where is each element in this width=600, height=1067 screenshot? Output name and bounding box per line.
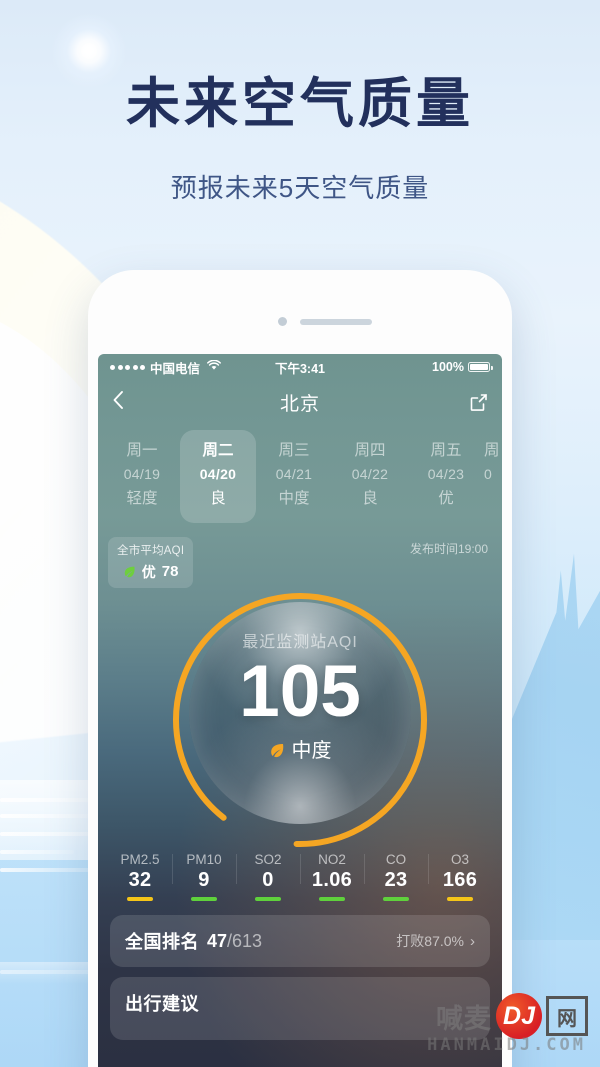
pollutant-bar [191,896,217,902]
share-button[interactable] [462,393,488,412]
city-average-aqi-title: 全市平均AQI [117,544,185,557]
pollutant-name: SO2 [254,851,282,867]
earpiece-speaker-icon [300,319,372,325]
gauge-level: 中度 [291,740,332,763]
nav-bar: 北京 [98,380,502,424]
gauge-label: 最近监测站AQI [242,633,358,651]
aqi-gauge: 最近监测站AQI 105 中度 [98,566,502,848]
status-time: 下午3:41 [274,361,326,376]
day-tab-3[interactable]: 周四 04/22 良 [332,430,408,523]
pollutant-item: NO2 1.06 [300,852,364,902]
leaf-icon [269,741,285,757]
pollutant-row: PM2.5 32 PM10 9 SO2 0 NO2 1.06 CO 23 O3 … [98,848,502,902]
pollutant-bar [383,896,409,902]
day-level: 良 [210,489,226,507]
summary-row: 全市平均AQI 优 78 发布时间19:00 [98,523,502,588]
phone-screen: 中国电信 下午3:41 100% 北京 周一 04/19 轻度 周二 04/20… [98,354,502,1067]
day-level: 中度 [278,489,310,507]
day-tab-0[interactable]: 周一 04/19 轻度 [104,430,180,523]
city-average-aqi-card: 全市平均AQI 优 78 [108,536,194,588]
page-title: 北京 [279,393,320,415]
battery-icon [468,362,493,372]
day-tab-4[interactable]: 周五 04/23 优 [408,430,484,523]
wifi-icon [207,359,221,374]
pollutant-name: CO [385,851,407,867]
day-date: 04/22 [351,466,389,483]
national-rank-label: 全国排名 [125,932,199,953]
watermark-net-text: 网 [546,996,588,1036]
pollutant-item: CO 23 [364,852,428,902]
day-weekday: 周 [484,442,500,459]
watermark-url: HANMAIDJ.COM [427,1035,586,1055]
pollutant-bar [127,896,153,902]
day-weekday: 周五 [430,442,462,459]
pollutant-name: O3 [450,851,469,867]
page-headline: 未来空气质量 [126,74,474,134]
day-date: 04/23 [427,466,465,483]
front-camera-icon [278,317,287,326]
day-tab-1[interactable]: 周二 04/20 良 [180,430,256,523]
carrier-label: 中国电信 [150,361,201,376]
pollutant-name: NO2 [318,851,346,867]
pollutant-bar [319,896,345,902]
pollutant-item: PM2.5 32 [108,852,172,902]
pollutant-value: 166 [442,868,478,891]
pollutant-bar [447,896,473,902]
signal-dots-icon [110,364,145,370]
pollutant-value: 0 [262,868,274,891]
day-date: 0 [484,466,493,483]
dj-logo-icon: DJ [496,993,542,1039]
pollutant-value: 9 [198,868,210,891]
page-subheadline: 预报未来5天空气质量 [170,173,430,203]
day-date: 04/19 [123,466,161,483]
day-level: 良 [362,489,378,507]
national-rank-card[interactable]: 全国排名 47 /613 打败87.0% › [110,915,490,968]
day-weekday: 周三 [278,442,310,459]
pollutant-item: SO2 0 [236,852,300,902]
chevron-right-icon: › [470,932,475,950]
city-average-value: 78 [161,563,179,581]
battery-percent-label: 100% [432,360,464,374]
status-bar: 中国电信 下午3:41 100% [98,354,502,380]
publish-time-label: 发布时间19:00 [409,541,488,556]
leaf-icon [123,565,136,578]
watermark: 喊麦 DJ 网 [436,993,588,1039]
day-weekday: 周四 [354,442,386,459]
pollutant-item: O3 166 [428,852,492,902]
back-button[interactable] [112,390,138,414]
pollutant-name: PM10 [186,851,222,867]
pollutant-value: 32 [128,868,152,891]
pollutant-item: PM10 9 [172,852,236,902]
day-level: 优 [438,489,454,507]
day-tab-5[interactable]: 周 0 [484,430,502,523]
day-selector: 周一 04/19 轻度 周二 04/20 良 周三 04/21 中度 周四 04… [98,424,502,523]
gauge-value: 105 [239,650,361,732]
day-date: 04/20 [199,466,237,483]
pollutant-value: 23 [384,868,408,891]
travel-advice-card[interactable]: 出行建议 [110,977,490,1041]
phone-mockup: 中国电信 下午3:41 100% 北京 周一 04/19 轻度 周二 04/20… [88,270,512,1067]
day-weekday: 周二 [202,442,234,459]
travel-advice-label: 出行建议 [125,994,199,1015]
day-weekday: 周一 [126,442,158,459]
day-level: 轻度 [126,489,158,507]
national-rank-value: 47 [207,930,228,951]
beat-percent-label: 打败87.0% [396,933,464,950]
sun-core-icon [81,43,97,59]
city-average-level: 优 [141,563,156,580]
pollutant-value: 1.06 [311,868,353,891]
watermark-cn-text: 喊麦 [436,1003,492,1035]
pollutant-bar [255,896,281,902]
pollutant-name: PM2.5 [120,851,160,867]
day-date: 04/21 [275,466,313,483]
national-rank-total: /613 [227,930,263,951]
day-tab-2[interactable]: 周三 04/21 中度 [256,430,332,523]
